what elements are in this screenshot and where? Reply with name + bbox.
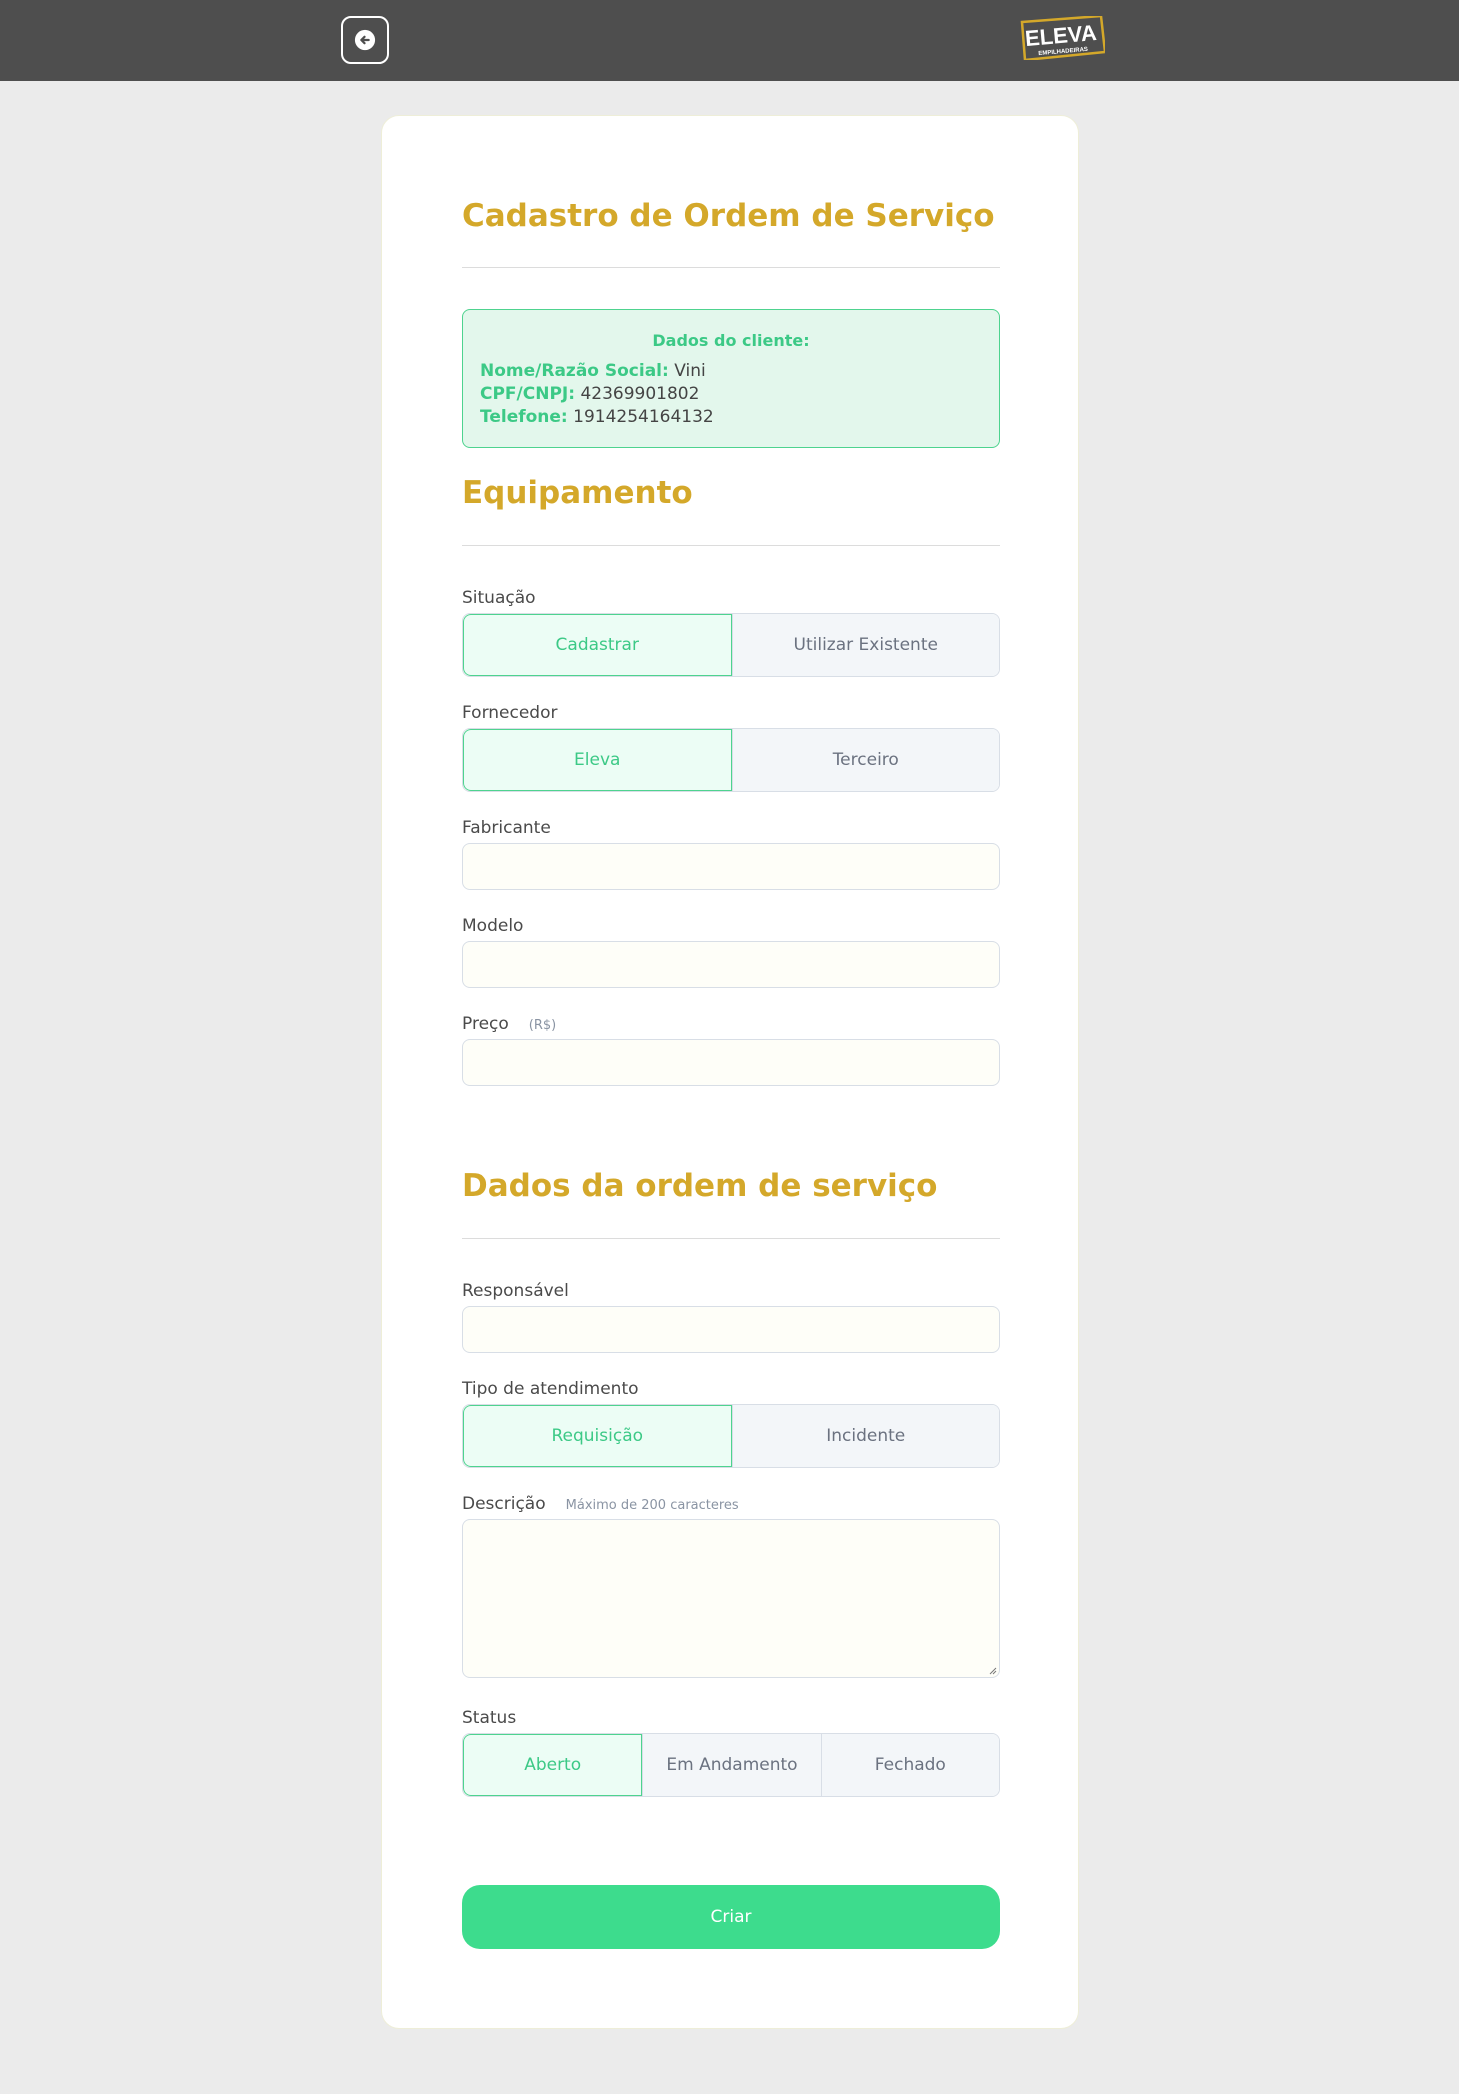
service-order-form: Cadastro de Ordem de Serviço Dados do cl… xyxy=(381,115,1079,2029)
description-label-row: Descrição Máximo de 200 caracteres xyxy=(462,1494,739,1514)
order-divider xyxy=(462,1238,1000,1239)
model-label: Modelo xyxy=(462,916,524,936)
resize-grip-icon[interactable] xyxy=(987,1665,997,1675)
situation-label: Situação xyxy=(462,588,536,608)
situation-toggle: Cadastrar Utilizar Existente xyxy=(462,613,1000,677)
client-name-value: Vini xyxy=(674,361,706,381)
eleva-logo: ELEVA EMPILHADEIRAS xyxy=(1020,16,1105,60)
status-toggle: Aberto Em Andamento Fechado xyxy=(462,1733,1000,1797)
status-option-andamento[interactable]: Em Andamento xyxy=(642,1734,821,1796)
create-button[interactable]: Criar xyxy=(462,1885,1000,1949)
price-input[interactable] xyxy=(462,1039,1000,1086)
responsible-label: Responsável xyxy=(462,1281,569,1301)
equipment-title: Equipamento xyxy=(462,475,693,511)
service-type-label: Tipo de atendimento xyxy=(462,1379,639,1399)
service-type-toggle: Requisição Incidente xyxy=(462,1404,1000,1468)
service-type-option-requisicao[interactable]: Requisição xyxy=(463,1405,732,1467)
arrow-left-icon xyxy=(354,29,376,51)
model-input[interactable] xyxy=(462,941,1000,988)
manufacturer-label: Fabricante xyxy=(462,818,551,838)
order-title: Dados da ordem de serviço xyxy=(462,1168,938,1204)
client-phone-label: Telefone: xyxy=(480,407,568,427)
manufacturer-input[interactable] xyxy=(462,843,1000,890)
status-option-aberto[interactable]: Aberto xyxy=(463,1734,643,1796)
client-phone-row: Telefone: 1914254164132 xyxy=(480,406,982,429)
description-label: Descrição xyxy=(462,1494,546,1514)
client-phone-value: 1914254164132 xyxy=(573,407,714,427)
client-name-label: Nome/Razão Social: xyxy=(480,361,669,381)
status-label: Status xyxy=(462,1708,517,1728)
status-option-fechado[interactable]: Fechado xyxy=(820,1734,999,1796)
description-textarea[interactable] xyxy=(462,1519,1000,1678)
supplier-label: Fornecedor xyxy=(462,703,558,723)
supplier-option-terceiro[interactable]: Terceiro xyxy=(731,729,999,791)
responsible-input[interactable] xyxy=(462,1306,1000,1353)
price-unit: (R$) xyxy=(528,1018,557,1033)
client-info-heading: Dados do cliente: xyxy=(652,331,810,350)
client-doc-row: CPF/CNPJ: 42369901802 xyxy=(480,383,982,406)
form-title: Cadastro de Ordem de Serviço xyxy=(462,198,995,234)
equipment-divider xyxy=(462,545,1000,546)
situation-option-existente[interactable]: Utilizar Existente xyxy=(731,614,999,676)
situation-option-cadastrar[interactable]: Cadastrar xyxy=(463,614,732,676)
top-bar: ELEVA EMPILHADEIRAS xyxy=(0,0,1459,81)
price-label: Preço xyxy=(462,1014,509,1034)
description-hint: Máximo de 200 caracteres xyxy=(565,1498,739,1513)
client-doc-label: CPF/CNPJ: xyxy=(480,384,576,404)
back-button[interactable] xyxy=(341,16,389,64)
client-doc-value: 42369901802 xyxy=(580,384,700,404)
supplier-toggle: Eleva Terceiro xyxy=(462,728,1000,792)
title-divider xyxy=(462,267,1000,268)
price-label-row: Preço (R$) xyxy=(462,1014,556,1034)
supplier-option-eleva[interactable]: Eleva xyxy=(463,729,732,791)
client-name-row: Nome/Razão Social: Vini xyxy=(480,360,982,383)
service-type-option-incidente[interactable]: Incidente xyxy=(731,1405,999,1467)
client-info-box: Dados do cliente: Nome/Razão Social: Vin… xyxy=(462,309,1000,448)
